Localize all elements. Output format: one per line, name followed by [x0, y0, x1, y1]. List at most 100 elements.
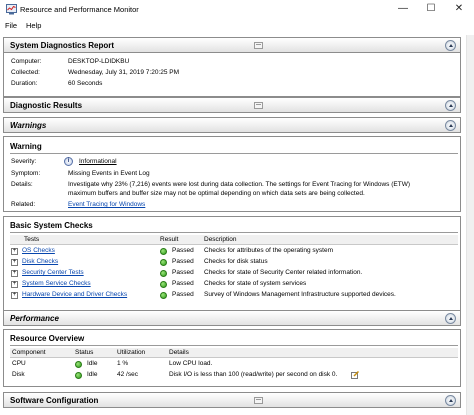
edit-icon[interactable] — [351, 371, 359, 379]
column-header-result: Result — [160, 236, 179, 243]
report-content: System Diagnostics Report Computer: DESK… — [1, 35, 466, 415]
collected-value: Wednesday, July 31, 2019 7:20:25 PM — [68, 69, 180, 76]
green-status-icon — [160, 292, 167, 299]
result-value: Passed — [172, 280, 194, 287]
component-value: Disk — [12, 371, 25, 378]
table-header: Tests Result Description — [10, 235, 458, 245]
description-value: Checks for state of system services — [204, 280, 307, 287]
minimize-button[interactable]: — — [396, 3, 410, 15]
section-title: Software Configuration — [10, 396, 99, 405]
result-value: Passed — [172, 291, 194, 298]
details-value: Disk I/O is less than 100 (read/write) p… — [169, 371, 338, 378]
divider — [10, 232, 458, 233]
computer-value: DESKTOP-LDIDKBU — [68, 58, 130, 65]
window-titlebar: Resource and Performance Monitor — ☐ ✕ — [0, 0, 474, 20]
chevron-up-icon[interactable] — [445, 100, 456, 111]
column-header-tests: Tests — [24, 236, 40, 243]
related-label: Related: — [11, 201, 36, 208]
utilization-value: 42 /sec — [117, 371, 138, 378]
section-title: Diagnostic Results — [10, 101, 83, 110]
window-title: Resource and Performance Monitor — [20, 5, 139, 14]
section-header-performance[interactable]: Performance — [3, 310, 461, 326]
table-row: + Disk Checks Passed Checks for disk sta… — [10, 258, 458, 267]
section-title: Performance — [10, 314, 59, 323]
symptom-value: Missing Events in Event Log — [68, 170, 150, 177]
description-value: Survey of Windows Management Infrastruct… — [204, 291, 396, 298]
test-name-link[interactable]: Security Center Tests — [22, 269, 84, 276]
green-status-icon — [75, 372, 82, 379]
plus-icon[interactable]: + — [11, 270, 18, 277]
green-status-icon — [160, 270, 167, 277]
details-line-2: maximum buffers and buffer size may not … — [68, 190, 365, 197]
column-header-details: Details — [169, 349, 189, 356]
chevron-up-icon[interactable] — [445, 395, 456, 406]
table-row: + Hardware Device and Driver Checks Pass… — [10, 291, 458, 300]
test-name-link[interactable]: System Service Checks — [22, 280, 91, 287]
chevron-up-icon[interactable] — [445, 120, 456, 131]
column-header-component: Component — [12, 349, 46, 356]
basic-checks-title: Basic System Checks — [10, 221, 93, 230]
plus-icon[interactable]: + — [11, 259, 18, 266]
duration-value: 60 Seconds — [68, 80, 103, 87]
plus-icon[interactable]: + — [11, 281, 18, 288]
minimize-section-icon[interactable] — [254, 397, 263, 404]
description-value: Checks for disk status — [204, 258, 268, 265]
result-value: Passed — [172, 258, 194, 265]
column-header-description: Description — [204, 236, 237, 243]
table-row: + Security Center Tests Passed Checks fo… — [10, 269, 458, 278]
result-value: Passed — [172, 269, 194, 276]
computer-label: Computer: — [11, 58, 42, 65]
status-value: Idle — [87, 360, 98, 367]
menu-file[interactable]: File — [5, 21, 17, 30]
utilization-value: 1 % — [117, 360, 129, 367]
monitor-icon — [6, 4, 17, 15]
menu-help[interactable]: Help — [26, 21, 41, 30]
resource-overview-panel: Resource Overview Component Status Utili… — [3, 329, 461, 387]
details-value: Low CPU load. — [169, 360, 213, 367]
chevron-up-icon[interactable] — [445, 40, 456, 51]
status-value: Idle — [87, 371, 98, 378]
basic-system-checks-panel: Basic System Checks Tests Result Descrip… — [3, 216, 461, 312]
warning-panel: Warning Severity: i Informational Sympto… — [3, 136, 461, 212]
green-status-icon — [75, 361, 82, 368]
minimize-section-icon[interactable] — [254, 102, 263, 109]
section-header-software-configuration[interactable]: Software Configuration — [3, 392, 461, 408]
component-value: CPU — [12, 360, 26, 367]
description-value: Checks for state of Security Center rela… — [204, 269, 363, 276]
divider — [10, 345, 458, 346]
test-name-link[interactable]: Disk Checks — [22, 258, 58, 265]
minimize-section-icon[interactable] — [254, 42, 263, 49]
divider — [10, 153, 458, 154]
vertical-scrollbar[interactable] — [466, 35, 474, 415]
chevron-up-icon[interactable] — [445, 313, 456, 324]
section-header-warnings[interactable]: Warnings — [3, 117, 461, 133]
maximize-button[interactable]: ☐ — [424, 3, 438, 15]
plus-icon[interactable]: + — [11, 248, 18, 255]
test-name-link[interactable]: Hardware Device and Driver Checks — [22, 291, 127, 298]
green-status-icon — [160, 259, 167, 266]
table-row: + System Service Checks Passed Checks fo… — [10, 280, 458, 289]
duration-label: Duration: — [11, 80, 38, 87]
severity-label: Severity: — [11, 158, 37, 165]
description-value: Checks for attributes of the operating s… — [204, 247, 333, 254]
info-icon: i — [64, 157, 73, 166]
details-label: Details: — [11, 181, 33, 188]
severity-value: Informational — [79, 158, 117, 165]
related-link[interactable]: Event Tracing for Windows — [68, 201, 145, 208]
test-name-link[interactable]: OS Checks — [22, 247, 55, 254]
table-header: Component Status Utilization Details — [10, 348, 458, 358]
table-row: Disk Idle 42 /sec Disk I/O is less than … — [10, 371, 458, 380]
section-header-diagnostic-results[interactable]: Diagnostic Results — [3, 97, 461, 113]
details-line-1: Investigate why 23% (7,216) events were … — [68, 181, 411, 188]
column-header-utilization: Utilization — [117, 349, 146, 356]
plus-icon[interactable]: + — [11, 292, 18, 299]
close-button[interactable]: ✕ — [452, 3, 466, 15]
table-row: CPU Idle 1 % Low CPU load. — [10, 360, 458, 369]
green-status-icon — [160, 248, 167, 255]
green-status-icon — [160, 281, 167, 288]
table-row: + OS Checks Passed Checks for attributes… — [10, 247, 458, 256]
symptom-label: Symptom: — [11, 170, 41, 177]
result-value: Passed — [172, 247, 194, 254]
section-header-system-diagnostics[interactable]: System Diagnostics Report — [3, 37, 461, 53]
report-summary-panel: Computer: DESKTOP-LDIDKBU Collected: Wed… — [3, 53, 461, 97]
